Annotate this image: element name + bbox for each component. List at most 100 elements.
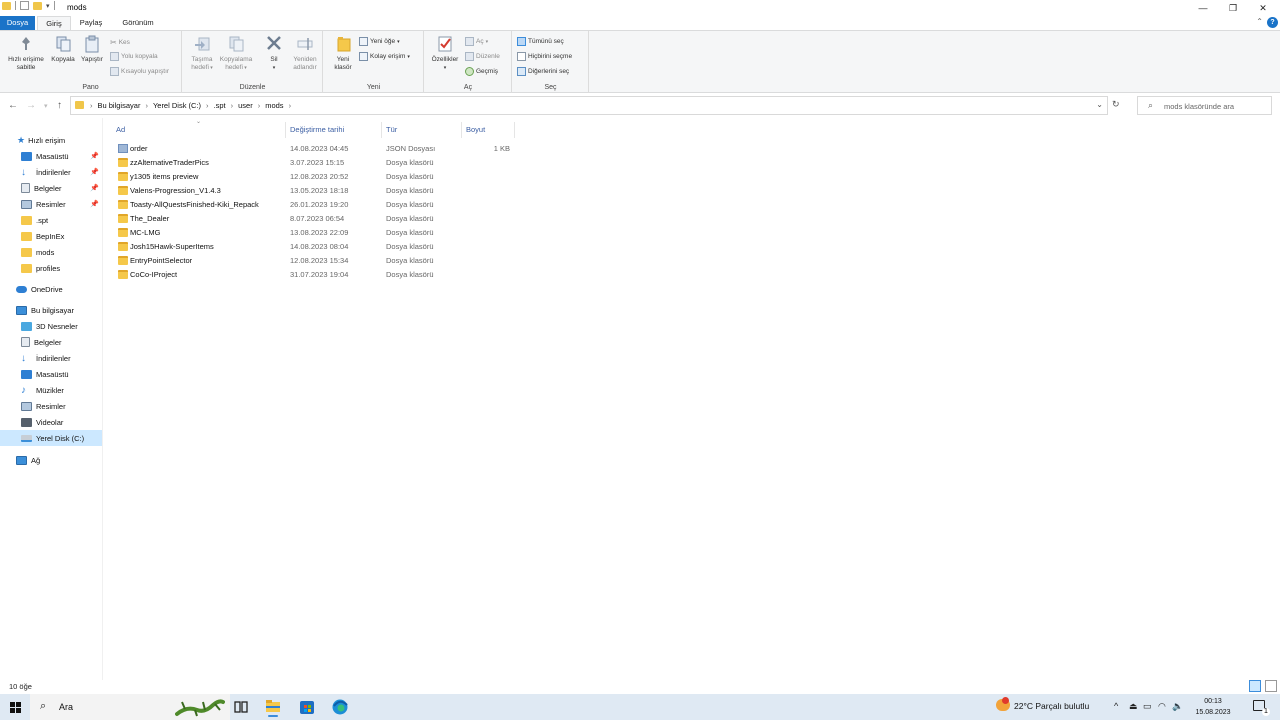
up-arrow-icon[interactable]: ↑ [57,100,62,111]
move-to-button[interactable]: Taşıma hedefi ▾ [185,35,219,72]
nav-item-pictures[interactable]: Resimler 📌 [0,196,102,212]
details-view-icon[interactable] [1249,680,1261,692]
file-row[interactable]: The_Dealer 8.07.2023 06:54 Dosya klasörü [112,212,1212,226]
cut-button[interactable]: ✂ Kes [110,38,130,47]
new-folder-button[interactable]: Yeni klasör [328,35,358,72]
tab-view[interactable]: Görünüm [114,16,162,30]
tab-home[interactable]: Giriş [37,16,71,30]
select-all-button[interactable]: Tümünü seç [517,37,564,46]
new-item-button[interactable]: Yeni öğe ▾ [359,37,400,46]
nav-item-downloads[interactable]: ↓ İndirilenler 📌 [0,164,102,180]
column-divider[interactable] [285,122,286,138]
nav-pc-desktop[interactable]: Masaüstü [0,366,102,382]
file-row[interactable]: EntryPointSelector 12.08.2023 15:34 Dosya … [112,254,1212,268]
file-explorer-taskbar-icon[interactable] [262,697,284,717]
back-arrow-icon[interactable]: ← [8,100,18,111]
pin-icon[interactable]: 📌 [90,184,99,192]
pin-quick-access-button[interactable]: Hızlı erişime sabitle [4,35,48,72]
properties-button[interactable]: Özellikler ▾ [427,35,463,72]
navigation-pane[interactable]: ★ Hızlı erişim Masaüstü 📌 ↓ İndirilenler… [0,118,103,680]
search-input[interactable]: ⌕ mods klasöründe ara [1137,96,1272,115]
nav-pc-documents[interactable]: Belgeler [0,334,102,350]
edge-browser-icon[interactable] [329,697,351,717]
file-row[interactable]: y1305 items preview 12.08.2023 20:52 Dosya… [112,170,1212,184]
show-hidden-icons-chevron-icon[interactable]: ^ [1114,701,1118,711]
crumb-spt[interactable]: .spt [214,101,226,110]
file-row[interactable]: order 14.08.2023 04:45 JSON Dosyası 1 KB [112,142,1212,156]
tab-share[interactable]: Paylaş [74,16,108,30]
column-divider[interactable] [514,122,515,138]
nav-pc-pictures[interactable]: Resimler [0,398,102,414]
file-row[interactable]: Toasty-AllQuestsFinished-Kiki_Repack 26.0… [112,198,1212,212]
file-row[interactable]: zzAlternativeTraderPics 3.07.2023 15:15 Do… [112,156,1212,170]
nav-item-bepinex[interactable]: BepInEx [0,228,102,244]
paste-shortcut-button[interactable]: Kısayolu yapıştır [110,67,169,76]
crumb-user[interactable]: user [238,101,253,110]
delete-button[interactable]: Sil ▾ [261,35,287,72]
clock[interactable]: 00:13 15.08.2023 [1188,696,1238,718]
nav-this-pc[interactable]: Bu bilgisayar [0,302,102,318]
copy-path-button[interactable]: Yolu kopyala [110,52,158,61]
column-header-modified[interactable]: Değiştirme tarihi [290,124,344,136]
nav-pc-videos[interactable]: Videolar [0,414,102,430]
refresh-icon[interactable]: ↻ [1112,99,1120,110]
crumb-local-disk[interactable]: Yerel Disk (C:) [153,101,201,110]
nav-pc-downloads[interactable]: ↓ İndirilenler [0,350,102,366]
history-button[interactable]: Geçmiş [465,67,498,76]
volume-icon[interactable]: 🔈 [1172,701,1183,712]
nav-pc-local-disk[interactable]: Yerel Disk (C:) [0,430,102,446]
column-divider[interactable] [381,122,382,138]
column-header-name[interactable]: Ad [116,124,125,136]
crumb-this-pc[interactable]: Bu bilgisayar [98,101,141,110]
crumb-mods[interactable]: mods [265,101,283,110]
close-button[interactable]: ✕ [1248,0,1278,16]
open-button[interactable]: Aç ▾ [465,37,488,46]
nav-pc-music[interactable]: ♪ Müzikler [0,382,102,398]
nav-item-desktop[interactable]: Masaüstü 📌 [0,148,102,164]
wifi-icon[interactable]: ◠ [1158,701,1166,712]
file-list[interactable]: ⌄ Ad Değiştirme tarihi Tür Boyut order 14… [104,118,1280,678]
nav-item-documents[interactable]: Belgeler 📌 [0,180,102,196]
easy-access-button[interactable]: Kolay erişim ▾ [359,52,410,61]
file-row[interactable]: Valens-Progression_V1.4.3 13.05.2023 18:1… [112,184,1212,198]
file-row[interactable]: MC-LMG 13.08.2023 22:09 Dosya klasörü [112,226,1212,240]
usb-device-icon[interactable]: ⏏ [1129,701,1138,712]
pin-icon[interactable]: 📌 [90,200,99,208]
help-icon[interactable]: ? [1267,17,1278,28]
nav-item-spt[interactable]: .spt [0,212,102,228]
customize-toolbar-icon[interactable]: ▾ [46,2,50,10]
invert-selection-button[interactable]: Diğerlerini seç [517,67,569,76]
pin-icon[interactable]: 📌 [90,168,99,176]
weather-text[interactable]: 22°C Parçalı bulutlu [1014,701,1089,711]
address-bar[interactable]: › Bu bilgisayar › Yerel Disk (C:) › .spt… [70,96,1108,115]
nav-network[interactable]: Ağ [0,452,102,468]
maximize-button[interactable]: ❐ [1218,0,1248,16]
collapse-ribbon-icon[interactable]: ⌃ [1256,17,1263,26]
file-row[interactable]: CoCo-IProject 31.07.2023 19:04 Dosya klasö… [112,268,1212,282]
rename-button[interactable]: Yeniden adlandır [287,35,323,72]
copy-to-button[interactable]: Kopyalama hedefi ▾ [217,35,255,72]
nav-quick-access[interactable]: ★ Hızlı erişim [0,132,102,148]
column-divider[interactable] [461,122,462,138]
select-none-button[interactable]: Hiçbirini seçme [517,52,572,61]
recent-chevron-icon[interactable]: ▾ [44,102,48,110]
taskbar-search-box[interactable]: ⌕ Ara [30,694,230,720]
forward-arrow-icon[interactable]: → [26,100,36,111]
properties-quick-icon[interactable] [20,1,29,10]
windows-start-icon[interactable] [10,702,21,713]
task-view-icon[interactable] [230,697,252,717]
battery-icon[interactable]: ▭ [1143,701,1152,712]
file-row[interactable]: Josh15Hawk-SuperItems 14.08.2023 08:04 Dos… [112,240,1212,254]
large-icons-view-icon[interactable] [1265,680,1277,692]
paste-button[interactable]: Yapıştır [78,35,106,64]
pin-icon[interactable]: 📌 [90,152,99,160]
nav-onedrive[interactable]: OneDrive [0,281,102,297]
minimize-button[interactable]: — [1188,0,1218,16]
column-header-type[interactable]: Tür [386,124,397,136]
column-header-size[interactable]: Boyut [466,124,485,136]
tab-file[interactable]: Dosya [0,16,35,30]
microsoft-store-icon[interactable] [296,697,318,717]
edit-button[interactable]: Düzenle [465,52,500,61]
address-history-chevron-icon[interactable]: ⌄ [1096,100,1103,109]
copy-button[interactable]: Kopyala [48,35,78,64]
